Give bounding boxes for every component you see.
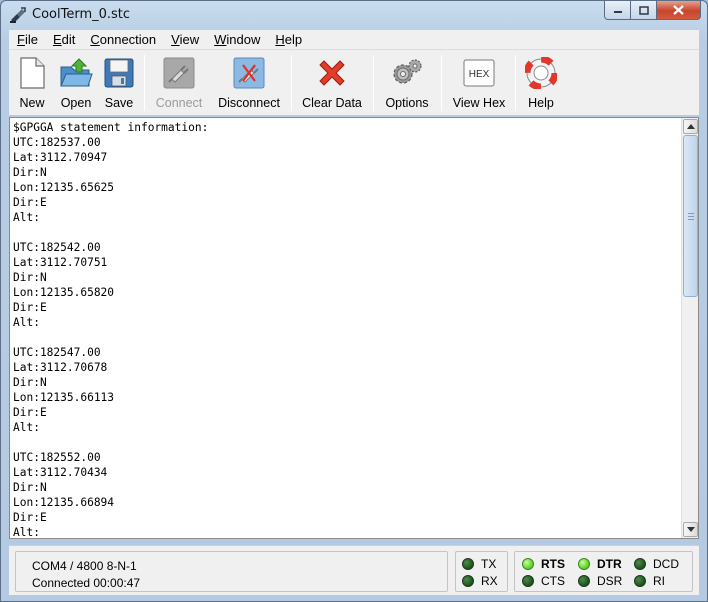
help-label: Help — [528, 96, 554, 110]
coolterm-app-icon — [10, 7, 26, 23]
toolbar-separator — [144, 55, 145, 111]
line-status-led-panel: RTS CTS DTR DSR DCD RI — [514, 551, 693, 592]
save-disk-icon — [104, 58, 134, 88]
led-dtr[interactable]: DTR — [578, 557, 622, 571]
app-window: CoolTerm_0.stc File Edit Connection View… — [0, 0, 708, 602]
window-controls — [604, 1, 701, 21]
clear-x-icon — [319, 60, 345, 86]
connect-plug-icon — [163, 57, 195, 89]
scroll-down-button[interactable] — [683, 522, 698, 537]
menu-view[interactable]: View — [163, 30, 206, 50]
menu-bar: File Edit Connection View Window Help — [9, 30, 699, 50]
save-label: Save — [104, 96, 134, 110]
menu-edit[interactable]: Edit — [45, 30, 82, 50]
led-cts: CTS — [522, 574, 565, 588]
toolbar: New Open Save Connect Disconnect Clear D… — [9, 50, 699, 116]
options-button[interactable]: Options — [383, 54, 431, 112]
toolbar-separator — [441, 55, 442, 111]
new-label: New — [19, 96, 45, 110]
scroll-down-arrow-icon — [686, 527, 695, 532]
scroll-up-arrow-icon — [686, 124, 695, 129]
menu-help[interactable]: Help — [267, 30, 309, 50]
svg-text:HEX: HEX — [469, 69, 490, 80]
open-button[interactable]: Open — [58, 54, 94, 112]
led-on-icon — [578, 558, 590, 570]
connect-button[interactable]: Connect — [154, 54, 204, 112]
led-dsr: DSR — [578, 574, 622, 588]
led-tx: TX — [462, 557, 496, 571]
connection-time-text: Connected 00:00:47 — [32, 576, 141, 590]
toolbar-separator — [515, 55, 516, 111]
led-dcd: DCD — [634, 557, 679, 571]
help-lifebuoy-icon — [525, 57, 557, 89]
menu-window[interactable]: Window — [206, 30, 267, 50]
menu-file[interactable]: File — [9, 30, 45, 50]
led-off-icon — [522, 575, 534, 587]
view-hex-button[interactable]: HEX View Hex — [451, 54, 507, 112]
clear-data-button[interactable]: Clear Data — [301, 54, 363, 112]
maximize-icon — [638, 5, 649, 15]
led-on-icon — [522, 558, 534, 570]
disconnect-plug-icon — [233, 57, 265, 89]
disconnect-button[interactable]: Disconnect — [215, 54, 283, 112]
options-gears-icon — [393, 59, 422, 84]
minimize-icon — [613, 11, 622, 13]
toolbar-separator — [291, 55, 292, 111]
view-hex-label: View Hex — [452, 96, 506, 110]
connection-status-panel: COM4 / 4800 8-N-1 Connected 00:00:47 — [15, 551, 448, 592]
connect-label: Connect — [155, 96, 203, 110]
led-off-icon — [462, 575, 474, 587]
menu-connection[interactable]: Connection — [82, 30, 163, 50]
options-label: Options — [385, 96, 429, 110]
window-title: CoolTerm_0.stc — [32, 7, 131, 22]
led-off-icon — [634, 575, 646, 587]
clear-data-label: Clear Data — [302, 96, 362, 110]
led-rts[interactable]: RTS — [522, 557, 565, 571]
txrx-led-panel: TX RX — [455, 551, 508, 592]
port-settings-text: COM4 / 4800 8-N-1 — [32, 559, 137, 573]
help-button[interactable]: Help — [525, 54, 557, 112]
open-folder-icon — [60, 58, 93, 87]
led-ri: RI — [634, 574, 665, 588]
vertical-scrollbar[interactable] — [681, 118, 698, 538]
terminal-area[interactable]: $GPGGA statement information: UTC:182537… — [9, 117, 699, 539]
title-bar[interactable]: CoolTerm_0.stc — [1, 1, 707, 29]
close-icon — [673, 5, 684, 15]
status-bar: COM4 / 4800 8-N-1 Connected 00:00:47 TX … — [9, 545, 699, 595]
led-rx: RX — [462, 574, 498, 588]
disconnect-label: Disconnect — [218, 96, 280, 110]
new-button[interactable]: New — [17, 54, 47, 112]
led-off-icon — [578, 575, 590, 587]
toolbar-separator — [373, 55, 374, 111]
save-button[interactable]: Save — [104, 54, 134, 112]
led-off-icon — [462, 558, 474, 570]
open-label: Open — [60, 96, 92, 110]
hex-view-icon: HEX — [463, 59, 495, 87]
new-document-icon — [20, 57, 45, 89]
minimize-button[interactable] — [604, 1, 631, 20]
scroll-up-button[interactable] — [683, 119, 698, 134]
terminal-output[interactable]: $GPGGA statement information: UTC:182537… — [13, 120, 681, 536]
scroll-grip-icon — [687, 212, 694, 220]
close-button[interactable] — [657, 1, 701, 20]
maximize-button[interactable] — [631, 1, 657, 20]
scroll-thumb[interactable] — [683, 135, 698, 297]
led-off-icon — [634, 558, 646, 570]
